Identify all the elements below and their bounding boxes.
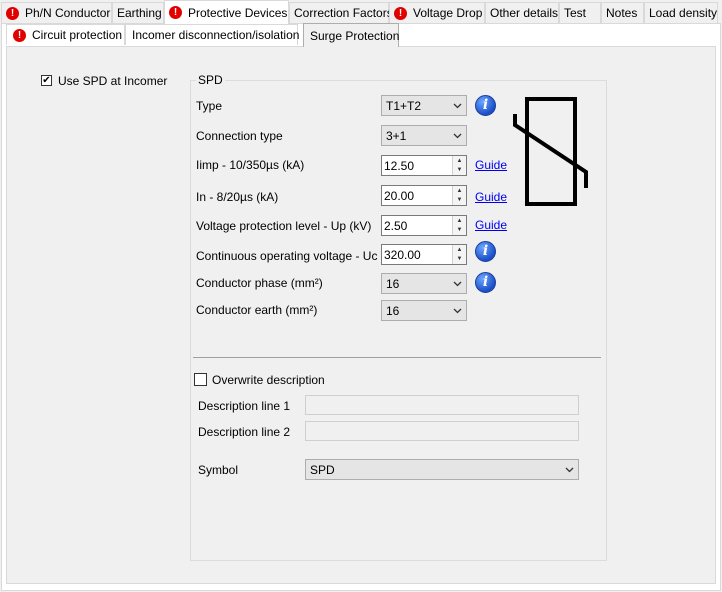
spinner-buttons: ▲ ▼ (452, 216, 466, 235)
error-icon: ! (394, 6, 407, 20)
conductor-earth-value: 16 (386, 303, 400, 318)
overwrite-description-label: Overwrite description (212, 373, 325, 387)
tab-circuit-protection[interactable]: ! Circuit protection (6, 24, 125, 45)
up-label: Voltage protection level - Up (kV) (196, 219, 372, 233)
description-line1-label: Description line 1 (198, 399, 291, 413)
conductor-phase-value: 16 (386, 276, 400, 291)
tab-protective-devices[interactable]: ! Protective Devices (164, 0, 289, 24)
tab-label: Surge Protection (310, 28, 400, 43)
chevron-down-icon (453, 133, 462, 139)
tab-earthing[interactable]: Earthing (112, 2, 164, 23)
tab-other-details[interactable]: Other details (485, 2, 559, 23)
tab-load-density[interactable]: Load density (644, 2, 718, 23)
spin-down-icon[interactable]: ▼ (453, 195, 466, 204)
spd-symbol-icon (513, 97, 588, 206)
type-info-icon[interactable]: i (475, 95, 496, 116)
connection-type-label: Connection type (196, 129, 283, 143)
in-label: In - 8/20µs (kA) (196, 190, 279, 204)
tab-correction-factors[interactable]: Correction Factors (289, 2, 393, 23)
section-separator (193, 357, 601, 358)
tab-test[interactable]: Test (559, 2, 601, 23)
tab-ph-n-conductor[interactable]: ! Ph/N Conductor (1, 2, 112, 23)
connection-type-value: 3+1 (386, 128, 407, 143)
chevron-down-icon (453, 281, 462, 287)
main-tab-strip: ! Ph/N Conductor Earthing ! Protective D… (0, 0, 722, 24)
use-spd-checkbox[interactable]: ✔ (41, 75, 52, 86)
tab-label: Correction Factors (294, 6, 393, 20)
uc-value: 320.00 (384, 248, 421, 262)
error-icon: ! (13, 28, 26, 42)
tab-label: Other details (490, 6, 559, 20)
iimp-spinner[interactable]: 12.50 ▲ ▼ (381, 155, 467, 176)
spin-up-icon[interactable]: ▲ (453, 245, 466, 254)
tab-incomer-disconnection[interactable]: Incomer disconnection/isolation (125, 24, 300, 45)
chevron-down-icon (565, 467, 574, 473)
conductor-phase-label: Conductor phase (mm²) (196, 276, 323, 290)
spin-up-icon[interactable]: ▲ (453, 186, 466, 195)
symbol-value: SPD (310, 462, 335, 477)
chevron-down-icon (453, 103, 462, 109)
iimp-guide-link[interactable]: Guide (475, 158, 507, 172)
symbol-label: Symbol (198, 463, 239, 477)
tab-label: Test (564, 6, 587, 20)
conductor-earth-select[interactable]: 16 (381, 300, 467, 321)
spinner-buttons: ▲ ▼ (452, 156, 466, 175)
conductor-phase-info-icon[interactable]: i (475, 272, 496, 293)
tab-label: Notes (606, 6, 638, 20)
spin-down-icon[interactable]: ▼ (453, 165, 466, 174)
spinner-buttons: ▲ ▼ (452, 245, 466, 264)
spin-down-icon[interactable]: ▼ (453, 225, 466, 234)
tab-label: Protective Devices (188, 5, 288, 20)
spinner-buttons: ▲ ▼ (452, 186, 466, 205)
in-spinner[interactable]: 20.00 ▲ ▼ (381, 185, 467, 206)
error-icon: ! (169, 6, 182, 19)
spin-down-icon[interactable]: ▼ (453, 254, 466, 263)
symbol-select[interactable]: SPD (305, 459, 579, 480)
uc-spinner[interactable]: 320.00 ▲ ▼ (381, 244, 467, 265)
tab-label: Voltage Drop (413, 6, 483, 20)
error-icon: ! (6, 6, 19, 20)
connection-type-select[interactable]: 3+1 (381, 125, 467, 146)
tab-voltage-drop[interactable]: ! Voltage Drop (389, 2, 485, 23)
conductor-phase-select[interactable]: 16 (381, 273, 467, 294)
tab-label: Load density (649, 6, 718, 20)
up-value: 2.50 (384, 219, 408, 233)
conductor-earth-label: Conductor earth (mm²) (196, 303, 318, 317)
chevron-down-icon (453, 308, 462, 314)
description-line2-input[interactable] (305, 421, 579, 441)
description-line2-label: Description line 2 (198, 425, 291, 439)
tab-label: Ph/N Conductor (25, 6, 111, 20)
tab-notes[interactable]: Notes (601, 2, 644, 23)
type-value: T1+T2 (386, 98, 422, 113)
in-guide-link[interactable]: Guide (475, 190, 507, 204)
spin-up-icon[interactable]: ▲ (453, 216, 466, 225)
uc-info-icon[interactable]: i (475, 241, 496, 262)
description-line1-input[interactable] (305, 395, 579, 415)
tab-label: Earthing (117, 6, 162, 20)
use-spd-label: Use SPD at Incomer (58, 74, 168, 88)
tab-label: Circuit protection (32, 28, 123, 42)
tab-surge-protection[interactable]: Surge Protection (303, 23, 399, 47)
up-spinner[interactable]: 2.50 ▲ ▼ (381, 215, 467, 236)
overwrite-description-checkbox[interactable] (194, 373, 207, 386)
iimp-value: 12.50 (384, 159, 415, 173)
in-value: 20.00 (384, 189, 415, 203)
spin-up-icon[interactable]: ▲ (453, 156, 466, 165)
tab-label: Incomer disconnection/isolation (132, 28, 300, 42)
iimp-label: Iimp - 10/350µs (kA) (196, 158, 305, 172)
spd-group-title: SPD (196, 73, 225, 87)
up-guide-link[interactable]: Guide (475, 218, 507, 232)
type-select[interactable]: T1+T2 (381, 95, 467, 116)
uc-label: Continuous operating voltage - Uc (V) (196, 249, 397, 263)
type-label: Type (196, 99, 223, 113)
